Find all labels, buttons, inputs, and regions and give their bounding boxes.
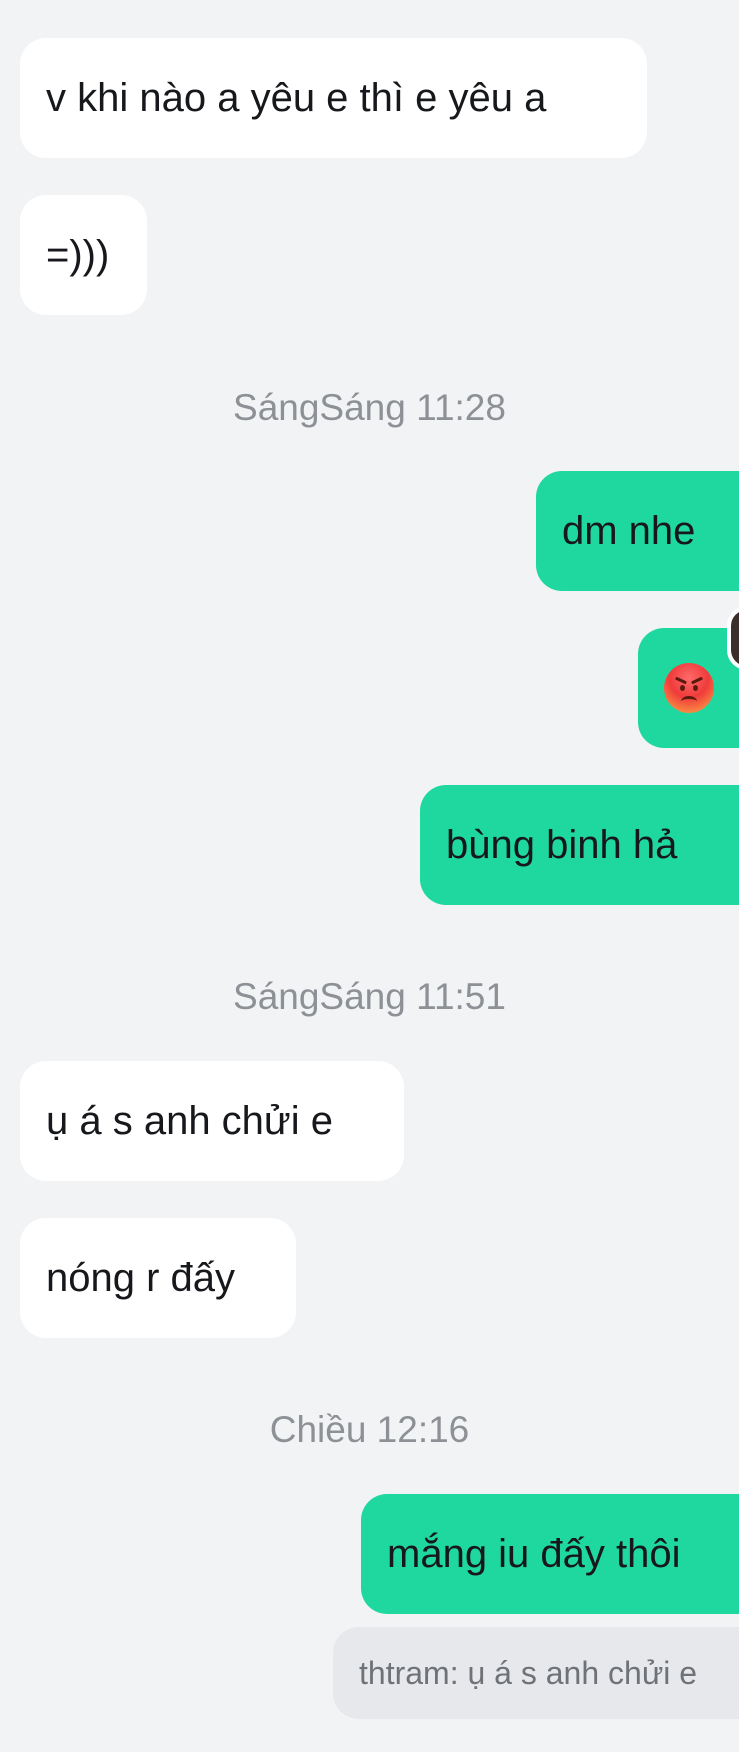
outgoing-message[interactable]: bùng binh hả — [420, 785, 739, 905]
message-text: dm nhe — [562, 508, 696, 553]
reply-quote[interactable]: thtram: ụ á s anh chửi e — [333, 1627, 739, 1719]
outgoing-message[interactable]: dm nhe — [536, 471, 739, 591]
angry-face-icon — [663, 663, 714, 713]
incoming-message[interactable]: nóng r đấy — [20, 1218, 296, 1338]
chat-thread: v khi nào a yêu e thì e yêu a =))) SángS… — [0, 0, 739, 1752]
timestamp: SángSáng 11:51 — [233, 976, 506, 1017]
timestamp: Chiều 12:16 — [269, 1409, 470, 1450]
incoming-message[interactable]: ụ á s anh chửi e — [20, 1061, 404, 1181]
cropped-header-fragment — [270, 0, 430, 4]
incoming-message[interactable]: =))) — [20, 195, 147, 315]
outgoing-message[interactable] — [638, 628, 739, 748]
outgoing-message[interactable]: mắng iu đấy thôi — [361, 1494, 739, 1614]
message-text: bùng binh hả — [446, 822, 678, 867]
incoming-message[interactable]: v khi nào a yêu e thì e yêu a — [20, 38, 647, 158]
message-text: nóng r đấy — [46, 1255, 236, 1300]
timestamp: SángSáng 11:28 — [233, 387, 506, 428]
message-text: ụ á s anh chửi e — [46, 1098, 333, 1143]
message-text: =))) — [46, 232, 110, 277]
message-text: v khi nào a yêu e thì e yêu a — [46, 75, 547, 120]
reply-quote-text: thtram: ụ á s anh chửi e — [359, 1654, 698, 1691]
message-text: mắng iu đấy thôi — [387, 1531, 681, 1576]
